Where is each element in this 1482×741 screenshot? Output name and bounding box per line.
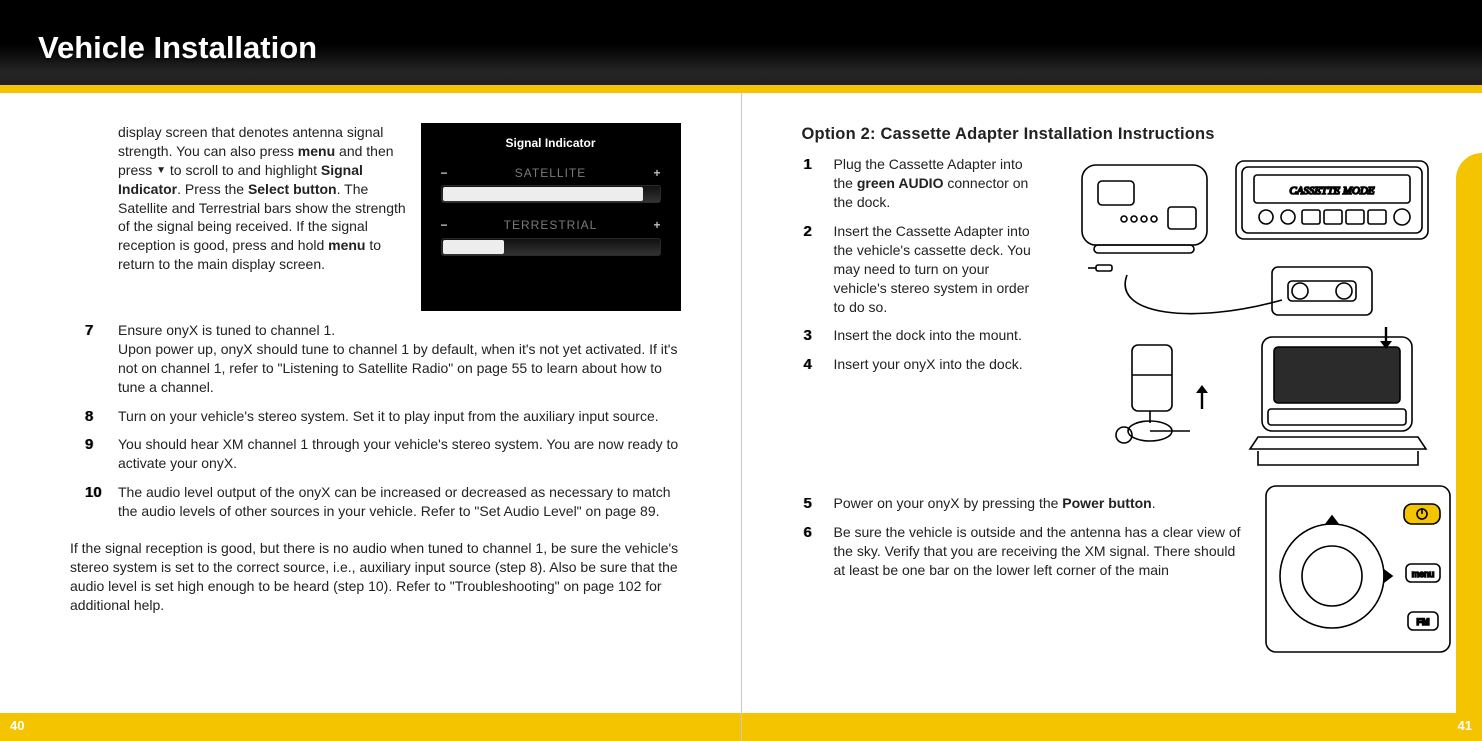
step-3: 3 Insert the dock into the mount. (802, 326, 1062, 345)
ter-minus: − (441, 217, 448, 233)
svg-text:menu: menu (1412, 569, 1435, 579)
signal-row-satellite: − SATELLITE + (441, 165, 661, 203)
option2-heading: Option 2: Cassette Adapter Installation … (802, 123, 1453, 145)
page-number-41: 41 (1458, 718, 1472, 733)
signal-indicator-screenshot: Signal Indicator − SATELLITE + (421, 123, 681, 311)
svg-text:CASSETTE MODE: CASSETTE MODE (1289, 185, 1375, 197)
sat-bar (441, 185, 661, 203)
step-number: 7 (85, 321, 93, 341)
step-text: The audio level output of the onyX can b… (118, 483, 681, 521)
header-rule (0, 85, 1482, 93)
step-text: Power on your onyX by pressing the Power… (834, 494, 1245, 513)
page-41-content: Option 2: Cassette Adapter Installation … (802, 123, 1453, 691)
footer-bar-left (0, 713, 741, 741)
step-number: 6 (804, 523, 812, 543)
step-5: 5 Power on your onyX by pressing the Powe… (802, 494, 1245, 513)
step-text: Ensure onyX is tuned to channel 1.Upon p… (118, 321, 681, 397)
step-8: 8 Turn on your vehicle's stereo system. S… (70, 407, 681, 426)
step-number: 5 (804, 494, 812, 514)
svg-text:FM: FM (1417, 617, 1430, 627)
step-text: Plug the Cassette Adapter into the green… (834, 155, 1044, 212)
page-title: Vehicle Installation (38, 30, 317, 66)
step-1: 1 Plug the Cassette Adapter into the gree… (802, 155, 1062, 212)
page-number-40: 40 (10, 718, 24, 733)
step-2: 2 Insert the Cassette Adapter into the ve… (802, 222, 1062, 316)
step-text: Insert the dock into the mount. (834, 326, 1044, 345)
sat-plus: + (653, 165, 660, 181)
right-columns: 1 Plug the Cassette Adapter into the gree… (802, 155, 1453, 480)
ter-bar (441, 238, 661, 256)
step-9: 9 You should hear XM channel 1 through yo… (70, 435, 681, 473)
step-10: 10 The audio level output of the onyX can… (70, 483, 681, 521)
step-text: Be sure the vehicle is outside and the a… (834, 523, 1245, 580)
sat-minus: − (441, 165, 448, 181)
intro-row: display screen that denotes antenna sign… (70, 123, 681, 311)
page-pair: display screen that denotes antenna sign… (0, 93, 1482, 741)
signal-row-terrestrial: − TERRESTRIAL + (441, 217, 661, 255)
step-text: Insert the Cassette Adapter into the veh… (834, 222, 1044, 316)
cassette-dock-svg: CASSETTE MODE (1072, 155, 1432, 475)
step-6: 6 Be sure the vehicle is outside and the … (802, 523, 1245, 580)
steps-5-to-6: 5 Power on your onyX by pressing the Powe… (802, 484, 1245, 674)
step-number: 10 (85, 483, 102, 503)
intro-text: display screen that denotes antenna sign… (70, 123, 407, 311)
step-number: 4 (804, 355, 812, 375)
step-text: Turn on your vehicle's stereo system. Se… (118, 407, 681, 426)
cassette-illustration: CASSETTE MODE (1072, 155, 1453, 480)
footer-bar-right (742, 713, 1482, 741)
ter-plus: + (653, 217, 660, 233)
page-41: Option 2: Cassette Adapter Installation … (742, 93, 1482, 741)
step-text: You should hear XM channel 1 through you… (118, 435, 681, 473)
power-dial-illustration: menu FM (1262, 484, 1452, 674)
signal-title: Signal Indicator (441, 135, 661, 151)
step-4: 4 Insert your onyX into the dock. (802, 355, 1062, 374)
ter-label: TERRESTRIAL (448, 217, 654, 233)
step-number: 3 (804, 326, 812, 346)
step-number: 8 (85, 407, 93, 427)
step-number: 9 (85, 435, 93, 455)
sat-label: SATELLITE (448, 165, 654, 181)
footnote: If the signal reception is good, but the… (70, 539, 681, 615)
lower-right-row: 5 Power on your onyX by pressing the Powe… (802, 484, 1453, 674)
ter-bar-fill (443, 240, 504, 254)
page-40: display screen that denotes antenna sign… (0, 93, 742, 741)
page-40-content: display screen that denotes antenna sign… (70, 123, 681, 691)
steps-7-to-10: 7 Ensure onyX is tuned to channel 1.Upon … (70, 321, 681, 521)
sat-bar-fill (443, 187, 644, 201)
step-number: 1 (804, 155, 812, 175)
manual-spread: Vehicle Installation display screen that… (0, 0, 1482, 741)
step-text: Insert your onyX into the dock. (834, 355, 1044, 374)
steps-1-to-4: 1 Plug the Cassette Adapter into the gree… (802, 155, 1062, 480)
step-7: 7 Ensure onyX is tuned to channel 1.Upon … (70, 321, 681, 397)
step-number: 2 (804, 222, 812, 242)
